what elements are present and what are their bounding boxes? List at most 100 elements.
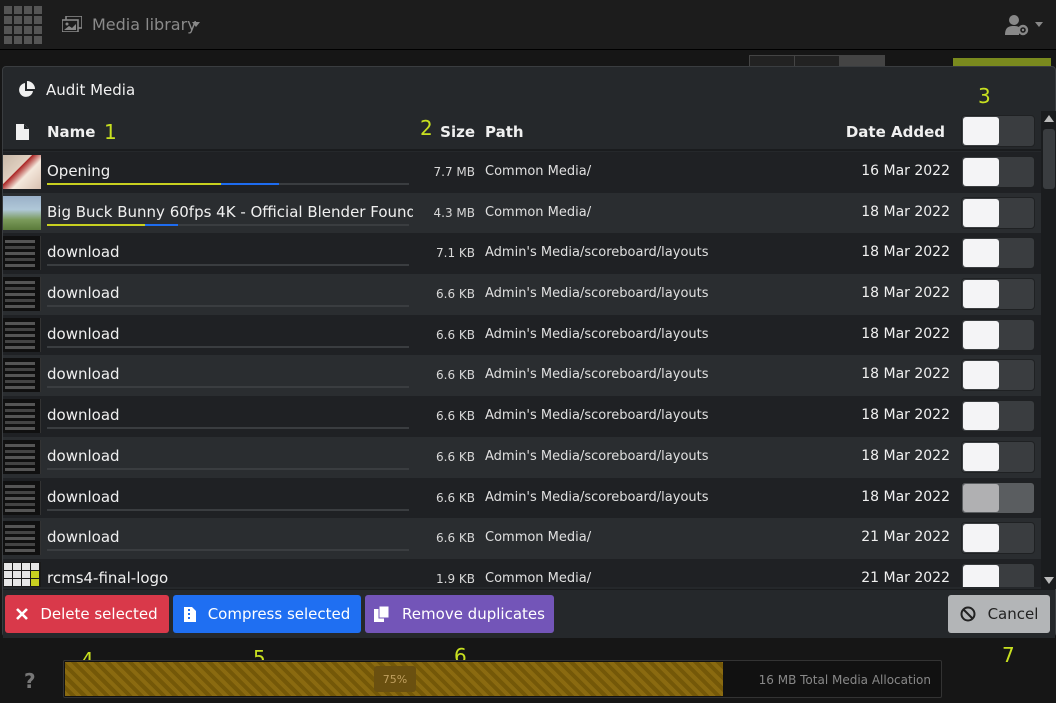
- media-thumbnail[interactable]: [3, 561, 41, 587]
- row-select-toggle[interactable]: [961, 522, 1035, 555]
- modal-footer: Delete selected Compress selected Remove…: [3, 589, 1055, 638]
- usage-bar: [47, 264, 409, 267]
- table-row[interactable]: download 6.6 KB Admin's Media/scoreboard/l…: [3, 436, 1041, 478]
- row-select-toggle[interactable]: [961, 562, 1035, 587]
- media-thumbnail[interactable]: [3, 521, 41, 556]
- media-date-added: 18 Mar 2022: [861, 203, 950, 220]
- media-name[interactable]: download: [47, 243, 413, 261]
- media-size: 1.9 KB: [436, 571, 475, 586]
- row-select-toggle[interactable]: [961, 196, 1035, 229]
- scroll-up-icon[interactable]: [1044, 115, 1054, 122]
- help-icon[interactable]: ?: [24, 669, 36, 693]
- media-date-added: 18 Mar 2022: [861, 366, 950, 383]
- delete-selected-button[interactable]: Delete selected: [5, 595, 169, 633]
- scroll-down-icon[interactable]: [1044, 577, 1054, 584]
- media-name[interactable]: download: [47, 406, 413, 424]
- media-thumbnail[interactable]: [3, 480, 41, 515]
- row-select-toggle[interactable]: [961, 237, 1035, 270]
- media-date-added: 21 Mar 2022: [861, 529, 950, 546]
- table-row[interactable]: Opening 7.7 MB Common Media/16 Mar 2022: [3, 152, 1041, 193]
- media-size: 7.7 MB: [433, 165, 475, 179]
- media-name[interactable]: download: [47, 447, 413, 465]
- media-date-added: 18 Mar 2022: [861, 285, 950, 302]
- media-name[interactable]: download: [47, 325, 413, 343]
- media-date-added: 18 Mar 2022: [861, 447, 950, 464]
- table-row[interactable]: download 6.6 KB Common Media/21 Mar 2022: [3, 518, 1041, 559]
- table-row[interactable]: download 6.6 KB Admin's Media/scoreboard/l…: [3, 355, 1041, 397]
- media-thumbnail[interactable]: [3, 439, 41, 474]
- select-all-toggle[interactable]: [961, 115, 1035, 147]
- media-name[interactable]: download: [47, 365, 413, 383]
- table-scrollbar[interactable]: [1041, 111, 1056, 589]
- table-row[interactable]: download 6.6 KB Admin's Media/scoreboard/l…: [3, 314, 1041, 356]
- media-library-title[interactable]: Media library: [92, 15, 197, 34]
- media-thumbnail[interactable]: [3, 358, 41, 393]
- annotation-3: 3: [978, 84, 991, 108]
- media-table-body: Opening 7.7 MB Common Media/16 Mar 2022 Big…: [3, 152, 1041, 587]
- remove-duplicates-label: Remove duplicates: [402, 605, 545, 623]
- usage-bar: [47, 467, 409, 470]
- scroll-thumb[interactable]: [1043, 129, 1055, 189]
- media-name[interactable]: Opening: [47, 162, 413, 180]
- ban-icon: [960, 606, 976, 622]
- media-size: 6.6 KB: [436, 531, 475, 546]
- app-logo-icon[interactable]: [4, 6, 44, 44]
- close-icon: [16, 608, 29, 620]
- media-date-added: 18 Mar 2022: [861, 407, 950, 424]
- column-header-path[interactable]: Path: [485, 123, 524, 141]
- usage-bar-yellow: [47, 223, 145, 226]
- delete-selected-label: Delete selected: [40, 605, 158, 623]
- compress-selected-label: Compress selected: [207, 605, 351, 623]
- allocation-label: 16 MB Total Media Allocation: [758, 673, 931, 687]
- compress-selected-button[interactable]: Compress selected: [173, 595, 361, 633]
- media-path: Admin's Media/scoreboard/layouts: [485, 489, 709, 505]
- column-header-size[interactable]: Size: [403, 123, 475, 141]
- media-thumbnail[interactable]: [3, 277, 41, 312]
- media-date-added: 18 Mar 2022: [861, 325, 950, 342]
- table-row[interactable]: download 6.6 KB Admin's Media/scoreboard/l…: [3, 477, 1041, 519]
- media-thumbnail[interactable]: [3, 317, 41, 352]
- table-row[interactable]: Big Buck Bunny 60fps 4K - Official Blend…: [3, 192, 1041, 234]
- column-header-date-added[interactable]: Date Added: [763, 123, 945, 141]
- media-library-icon: [62, 16, 82, 32]
- media-size: 4.3 MB: [433, 205, 475, 220]
- row-select-toggle[interactable]: [961, 440, 1035, 473]
- top-bar: Media library: [0, 0, 1056, 50]
- media-name[interactable]: download: [47, 284, 413, 302]
- media-name[interactable]: download: [47, 528, 413, 546]
- modal-title: Audit Media: [46, 81, 136, 99]
- media-date-added: 16 Mar 2022: [861, 163, 950, 179]
- table-row[interactable]: download 7.1 KB Admin's Media/scoreboard/l…: [3, 233, 1041, 275]
- row-select-toggle[interactable]: [961, 156, 1035, 188]
- row-select-toggle[interactable]: [961, 278, 1035, 311]
- row-select-toggle[interactable]: [961, 481, 1035, 514]
- media-path: Common Media/: [485, 530, 592, 546]
- row-select-toggle[interactable]: [961, 359, 1035, 392]
- chevron-down-icon[interactable]: [1035, 22, 1043, 27]
- usage-bar: [47, 345, 409, 348]
- table-row[interactable]: rcms4-final-logo 1.9 KB Common Media/21 Ma…: [3, 558, 1041, 587]
- row-select-toggle[interactable]: [961, 318, 1035, 351]
- column-header-name[interactable]: Name: [47, 123, 95, 141]
- table-row[interactable]: download 6.6 KB Admin's Media/scoreboard/l…: [3, 274, 1041, 315]
- media-thumbnail[interactable]: [3, 195, 41, 230]
- usage-bar: [47, 183, 409, 185]
- media-path: Admin's Media/scoreboard/layouts: [485, 326, 709, 342]
- chevron-down-icon[interactable]: [192, 22, 200, 27]
- media-name[interactable]: rcms4-final-logo: [47, 569, 413, 587]
- media-name[interactable]: Big Buck Bunny 60fps 4K - Official Blend…: [47, 203, 413, 221]
- annotation-1: 1: [104, 120, 117, 144]
- table-row[interactable]: download 6.6 KB Admin's Media/scoreboard/l…: [3, 396, 1041, 437]
- cancel-button[interactable]: Cancel: [948, 595, 1050, 633]
- remove-duplicates-button[interactable]: Remove duplicates: [365, 595, 554, 633]
- media-path: Admin's Media/scoreboard/layouts: [485, 245, 709, 261]
- media-path: Common Media/: [485, 164, 592, 179]
- usage-bar-blue: [221, 183, 279, 185]
- user-settings-icon[interactable]: [1005, 14, 1029, 36]
- row-select-toggle[interactable]: [961, 400, 1035, 433]
- media-name[interactable]: download: [47, 488, 413, 506]
- media-thumbnail[interactable]: [3, 399, 41, 434]
- usage-bar: [47, 386, 409, 389]
- media-thumbnail[interactable]: [3, 155, 41, 189]
- media-thumbnail[interactable]: [3, 236, 41, 271]
